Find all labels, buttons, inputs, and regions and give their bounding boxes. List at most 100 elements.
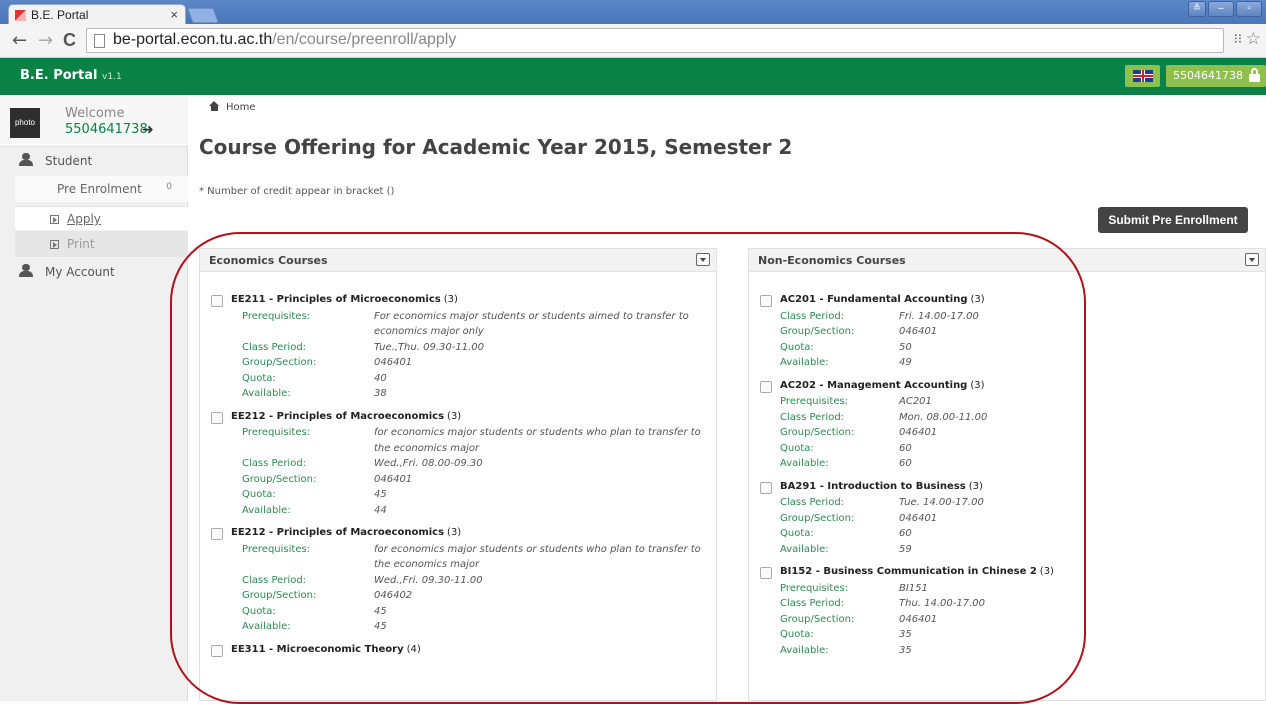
user-account-button[interactable]: 5504641738	[1166, 65, 1266, 87]
group-section-value: 046402	[374, 590, 413, 601]
course-checkbox[interactable]	[211, 411, 223, 424]
welcome-user-id[interactable]: 5504641738	[65, 122, 148, 137]
group-section-label: Group/Section:	[780, 512, 855, 524]
url-text: be-portal.econ.tu.ac.th/en/course/preenr…	[113, 31, 457, 48]
extension-icon[interactable]: ⁝⁝	[1234, 32, 1242, 47]
class-period-value: Tue. 14.00-17.00	[899, 497, 984, 508]
page-title: Course Offering for Academic Year 2015, …	[199, 135, 793, 159]
tab-close-icon[interactable]: ×	[170, 7, 178, 22]
browser-titlebar: B.E. Portal × ≗ – ▫	[0, 0, 1266, 25]
back-arrow-icon[interactable]: ←	[12, 30, 27, 51]
url-input[interactable]: be-portal.econ.tu.ac.th/en/course/preenr…	[86, 28, 1224, 53]
count-badge: 0	[166, 182, 172, 192]
page-icon	[94, 34, 105, 48]
version-label: v1.1	[102, 72, 122, 82]
course-checkbox[interactable]	[760, 567, 772, 579]
forward-arrow-icon[interactable]: →	[38, 30, 53, 51]
chevron-down-icon[interactable]	[1245, 253, 1259, 266]
group-section-value: 046401	[374, 473, 413, 485]
prerequisites-label: Prerequisites:	[780, 396, 849, 407]
breadcrumb[interactable]: Home	[209, 100, 256, 113]
sidebar-item-label: Student	[45, 154, 93, 168]
quota-value: 45	[374, 605, 387, 617]
sidebar-item-my-account[interactable]: My Account	[0, 259, 188, 285]
group-section-value: 046401	[899, 512, 938, 524]
group-section-label: Group/Section:	[780, 427, 855, 438]
new-tab-button[interactable]	[187, 8, 219, 23]
quota-label: Quota:	[780, 341, 814, 353]
quota-value: 40	[374, 372, 387, 384]
quota-label: Quota:	[242, 605, 276, 617]
available-label: Available:	[780, 357, 829, 368]
quota-value: 35	[899, 629, 912, 640]
group-section-label: Group/Section:	[780, 326, 855, 337]
sidebar-item-label: My Account	[45, 265, 115, 279]
prerequisites-value: for economics major students or students…	[374, 427, 701, 438]
class-period-label: Class Period:	[242, 458, 307, 469]
quota-label: Quota:	[780, 442, 814, 454]
minimize-button[interactable]: –	[1208, 1, 1234, 17]
language-button[interactable]	[1125, 65, 1160, 87]
class-period-label: Class Period:	[780, 598, 845, 609]
sidebar-item-print[interactable]: Print	[15, 231, 188, 257]
chevron-down-icon[interactable]	[696, 253, 710, 266]
course-checkbox[interactable]	[760, 481, 772, 494]
sidebar-item-student[interactable]: Student	[0, 148, 188, 174]
class-period-value: Tue.,Thu. 09.30-11.00	[374, 341, 484, 353]
available-value: 60	[899, 458, 912, 469]
course-checkbox[interactable]	[760, 295, 772, 307]
course-checkbox[interactable]	[211, 644, 223, 657]
class-period-value: Wed.,Fri. 08.00-09.30	[374, 458, 483, 469]
available-label: Available:	[780, 458, 829, 469]
course-name: BA291 - Introduction to Business (3)	[780, 480, 983, 492]
bookmark-star-icon[interactable]: ☆	[1246, 29, 1261, 49]
prerequisites-label: Prerequisites:	[780, 582, 849, 594]
quota-label: Quota:	[242, 372, 276, 384]
group-section-label: Group/Section:	[242, 473, 317, 485]
sidebar-item-pre-enrolment[interactable]: Pre Enrolment 0	[15, 176, 188, 202]
course-checkbox[interactable]	[211, 295, 223, 307]
brand-logo[interactable]: B.E. Portal v1.1	[20, 68, 122, 83]
available-label: Available:	[242, 621, 291, 632]
available-value: 59	[899, 543, 912, 555]
course-checkbox[interactable]	[760, 380, 772, 393]
prerequisites-value: AC201	[899, 396, 932, 407]
window-menu-button[interactable]: ≗	[1188, 1, 1206, 17]
group-section-label: Group/Section:	[780, 613, 855, 625]
group-section-value: 046401	[374, 357, 413, 368]
group-section-label: Group/Section:	[242, 590, 317, 601]
maximize-button[interactable]: ▫	[1236, 1, 1262, 17]
available-value: 44	[374, 504, 387, 516]
course-name: EE212 - Principles of Macroeconomics (3)	[231, 410, 462, 422]
class-period-label: Class Period:	[780, 310, 845, 322]
group-section-label: Group/Section:	[242, 357, 317, 368]
prerequisites-label: Prerequisites:	[242, 543, 311, 555]
avatar: photo	[10, 108, 40, 138]
course-name: EE311 - Microeconomic Theory (4)	[231, 643, 421, 655]
course-name: EE211 - Principles of Microeconomics (3)	[231, 294, 458, 305]
course-name: AC201 - Fundamental Accounting (3)	[780, 294, 985, 305]
group-section-value: 046401	[899, 326, 938, 337]
class-period-label: Class Period:	[780, 497, 845, 508]
quota-value: 50	[899, 341, 912, 353]
breadcrumb-home[interactable]: Home	[226, 102, 256, 113]
play-icon	[50, 240, 59, 249]
available-label: Available:	[780, 543, 829, 555]
course-checkbox[interactable]	[211, 528, 223, 540]
non-economics-courses-panel: Non-Economics Courses AC201 - Fundamenta…	[748, 248, 1266, 701]
header-user-id: 5504641738	[1173, 69, 1243, 82]
available-label: Available:	[780, 644, 829, 656]
sidebar-item-apply[interactable]: Apply	[15, 206, 188, 230]
window-controls: ≗ – ▫	[1188, 1, 1262, 17]
welcome-label: Welcome	[65, 106, 125, 121]
available-value: 35	[899, 644, 912, 656]
submit-pre-enrollment-button[interactable]: Submit Pre Enrollment	[1098, 207, 1248, 233]
welcome-panel: photo Welcome 5504641738 ➜	[0, 95, 188, 147]
quota-label: Quota:	[242, 489, 276, 500]
class-period-value: Thu. 14.00-17.00	[899, 598, 986, 609]
user-icon	[19, 153, 33, 167]
quota-value: 60	[899, 528, 912, 539]
arrow-right-icon[interactable]: ➜	[142, 122, 154, 138]
browser-tab[interactable]: B.E. Portal ×	[8, 4, 186, 25]
reload-icon[interactable]: C	[63, 30, 76, 51]
